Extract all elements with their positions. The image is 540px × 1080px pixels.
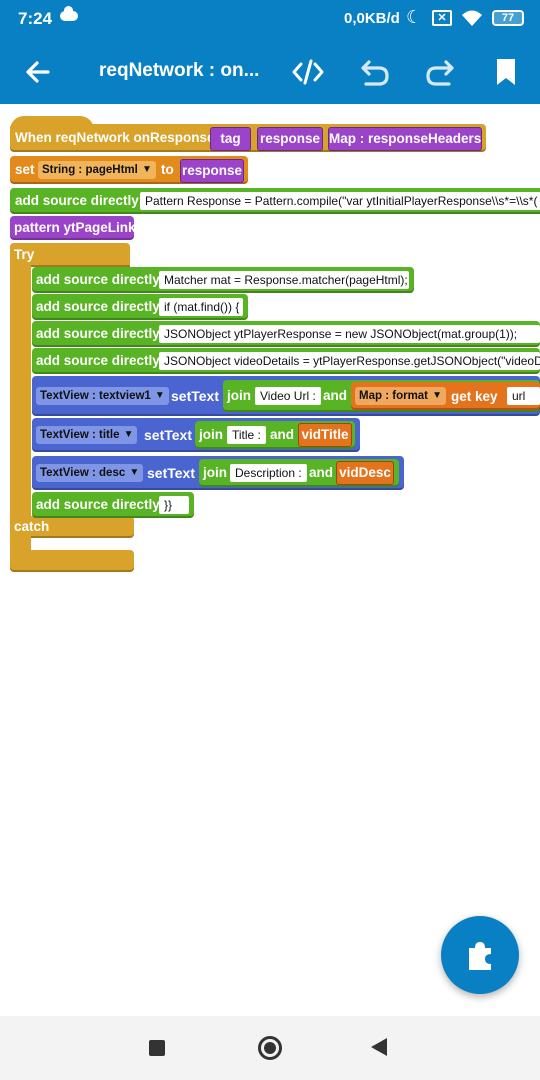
set-variable-dropdown[interactable]: String : pageHtml ▼ — [38, 161, 156, 179]
chevron-down-icon: ▼ — [123, 429, 134, 440]
event-param-response[interactable]: response — [257, 127, 323, 151]
view-type: TextView : — [40, 429, 96, 441]
and-label: and — [309, 465, 334, 480]
recents-icon[interactable] — [149, 1040, 165, 1056]
event-block[interactable]: When reqNetwork onResponse tag response … — [10, 124, 486, 152]
add-source-block[interactable]: add source directly JSONObject videoDeta… — [32, 348, 540, 374]
home-icon[interactable] — [258, 1036, 282, 1060]
chevron-down-icon: ▼ — [154, 390, 165, 401]
add-source-block[interactable]: add source directly JSONObject ytPlayerR… — [32, 321, 540, 347]
wifi-icon — [462, 10, 482, 26]
join-block[interactable]: join Description : and vidDesc — [199, 459, 399, 487]
add-source-code-field[interactable]: }} — [159, 496, 189, 514]
add-source-code-field[interactable]: JSONObject videoDetails = ytPlayerRespon… — [159, 352, 540, 370]
join-block[interactable]: join Title : and vidTitle — [195, 421, 355, 449]
try-label: Try — [14, 247, 35, 262]
chevron-down-icon: ▼ — [432, 390, 443, 401]
set-value-response[interactable]: response — [180, 159, 244, 183]
var-pill[interactable]: vidDesc — [336, 461, 394, 485]
join-text-field[interactable]: Title : — [227, 426, 266, 444]
map-key-field[interactable]: url — [507, 387, 540, 405]
catch-block[interactable]: catch — [10, 516, 134, 538]
view-dropdown[interactable]: TextView : textview1 ▼ — [36, 387, 169, 405]
view-name: textview1 — [99, 390, 151, 402]
redo-icon[interactable] — [421, 52, 461, 92]
event-param-tag[interactable]: tag — [210, 127, 251, 151]
set-block[interactable]: set String : pageHtml ▼ to response — [10, 156, 248, 184]
map-type: Map : — [359, 390, 390, 402]
set-var-name: pageHtml — [85, 164, 138, 176]
add-source-block[interactable]: add source directly Pattern Response = P… — [10, 188, 540, 214]
add-source-block[interactable]: add source directly Matcher mat = Respon… — [32, 267, 414, 293]
status-bar: 7:24 0,0KB/d ☾ ✕ 77 — [0, 0, 540, 38]
set-to-label: to — [161, 162, 174, 177]
view-dropdown[interactable]: TextView : desc ▼ — [36, 464, 144, 482]
battery-indicator: 77 — [492, 10, 524, 26]
add-source-label: add source directly — [36, 299, 160, 314]
add-source-code-field[interactable]: Matcher mat = Response.matcher(pageHtml)… — [159, 271, 409, 289]
try-block-bottom — [10, 550, 134, 572]
settext-block[interactable]: TextView : title ▼ setText join Title : … — [32, 418, 360, 452]
view-dropdown[interactable]: TextView : title ▼ — [36, 426, 138, 444]
add-source-code-field[interactable]: JSONObject ytPlayerResponse = new JSONOb… — [159, 325, 540, 343]
back-arrow-icon[interactable] — [18, 52, 58, 92]
settext-label: setText — [171, 388, 219, 404]
add-source-label: add source directly — [36, 326, 160, 341]
settext-block[interactable]: TextView : textview1 ▼ setText join Vide… — [32, 376, 540, 416]
map-name: format — [392, 390, 429, 402]
chevron-down-icon: ▼ — [129, 467, 140, 478]
app-toolbar: reqNetwork : on... — [0, 38, 540, 104]
settext-label: setText — [144, 427, 192, 443]
add-block-fab[interactable] — [441, 916, 519, 994]
catch-label: catch — [14, 519, 50, 534]
view-type: TextView : — [40, 390, 96, 402]
blocks-canvas[interactable]: When reqNetwork onResponse tag response … — [0, 104, 540, 1016]
system-nav-bar — [0, 1016, 540, 1080]
and-label: and — [323, 388, 348, 403]
view-type: TextView : — [40, 467, 96, 479]
join-label: join — [227, 388, 251, 403]
event-label: When reqNetwork onResponse — [15, 130, 215, 145]
code-icon[interactable] — [288, 52, 328, 92]
view-name: desc — [99, 467, 126, 479]
join-text-field[interactable]: Description : — [230, 464, 307, 482]
pattern-label: pattern ytPageLink — [14, 220, 136, 235]
page-title: reqNetwork : on... — [99, 60, 260, 81]
add-source-block[interactable]: add source directly }} — [32, 492, 194, 518]
settext-label: setText — [147, 465, 195, 481]
join-label: join — [203, 465, 227, 480]
network-speed: 0,0KB/d — [344, 10, 400, 27]
join-text-field[interactable]: Video Url : — [255, 387, 321, 405]
add-source-label: add source directly — [36, 353, 160, 368]
map-get-block[interactable]: Map : format ▼ get key url — [351, 382, 540, 410]
event-param-headers[interactable]: Map : responseHeaders — [328, 127, 482, 151]
add-source-code-field[interactable]: Pattern Response = Pattern.compile("var … — [140, 192, 540, 210]
status-time: 7:24 — [18, 9, 53, 28]
pattern-block[interactable]: pattern ytPageLink — [10, 216, 136, 240]
add-source-code-field[interactable]: if (mat.find()) { — [159, 298, 243, 316]
undo-icon[interactable] — [354, 52, 394, 92]
puzzle-icon — [469, 942, 491, 970]
bookmark-icon[interactable] — [486, 52, 526, 92]
try-block-arm — [10, 264, 31, 516]
set-var-type: String : — [42, 164, 83, 176]
and-label: and — [270, 427, 295, 442]
cloud-icon — [60, 6, 78, 21]
no-sim-icon: ✕ — [432, 10, 452, 26]
back-icon[interactable] — [371, 1038, 387, 1056]
add-source-label: add source directly — [15, 193, 139, 208]
get-key-label: get key — [451, 389, 498, 404]
chevron-down-icon: ▼ — [141, 164, 152, 175]
join-label: join — [199, 427, 223, 442]
set-label: set — [15, 162, 35, 177]
add-source-label: add source directly — [36, 272, 160, 287]
var-pill[interactable]: vidTitle — [298, 423, 352, 447]
join-block[interactable]: join Video Url : and Map : format ▼ get … — [223, 380, 540, 412]
view-name: title — [99, 429, 120, 441]
add-source-block[interactable]: add source directly if (mat.find()) { — [32, 294, 248, 320]
map-dropdown[interactable]: Map : format ▼ — [355, 387, 447, 405]
add-source-label: add source directly — [36, 497, 160, 512]
settext-block[interactable]: TextView : desc ▼ setText join Descripti… — [32, 456, 404, 490]
moon-icon: ☾ — [406, 7, 423, 27]
